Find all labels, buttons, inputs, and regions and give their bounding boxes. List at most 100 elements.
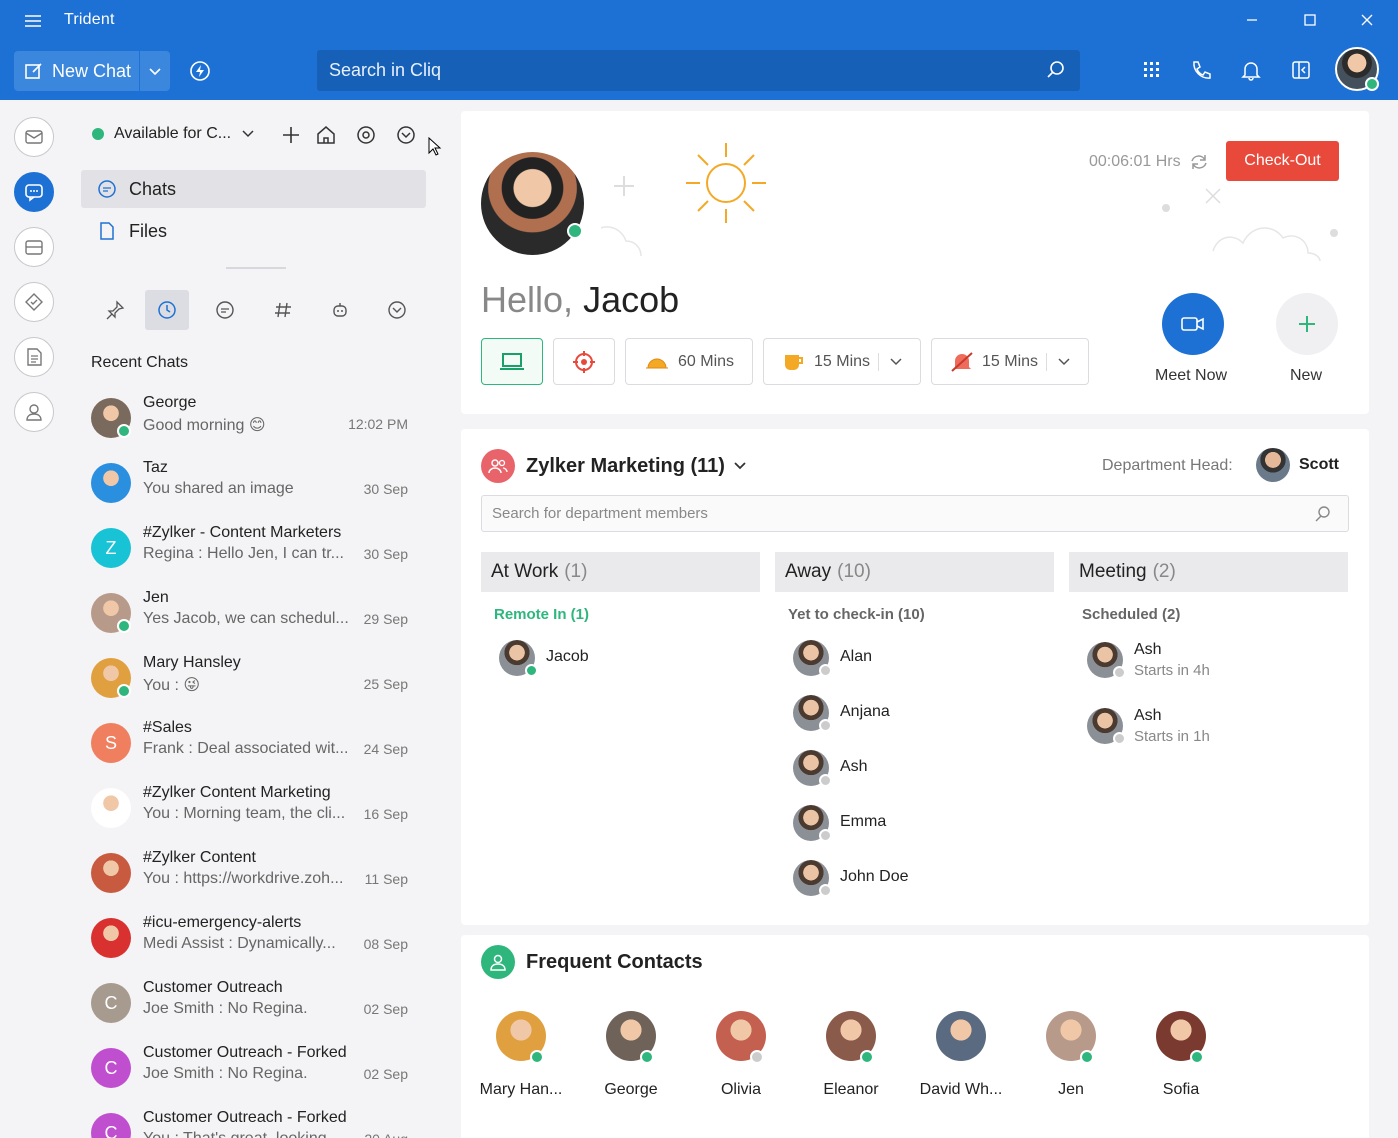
frequent-contact[interactable]: Mary Han... <box>466 1011 576 1099</box>
work-mode-focus-button[interactable] <box>553 338 615 385</box>
person-icon <box>26 404 42 421</box>
bell-icon[interactable] <box>1240 59 1262 81</box>
tab-bots[interactable] <box>318 290 362 330</box>
department-member[interactable]: Alan <box>775 631 1054 686</box>
chevron-down-icon[interactable] <box>889 355 903 369</box>
lunch-break-button[interactable]: 60 Mins <box>625 338 753 385</box>
status-selector[interactable]: Available for C... <box>92 125 255 143</box>
frequent-contact[interactable]: Jen <box>1016 1011 1126 1099</box>
more-dropdown-icon[interactable] <box>395 124 417 146</box>
chat-list-item[interactable]: Z #Zylker - Content Marketers Regina : H… <box>88 520 428 580</box>
frequent-contact[interactable]: Sofia <box>1126 1011 1236 1099</box>
search-icon[interactable] <box>1046 60 1066 80</box>
chat-list-item[interactable]: S #Sales Frank : Deal associated wit... … <box>88 715 428 775</box>
department-head-name[interactable]: Scott <box>1299 456 1339 474</box>
tab-recent[interactable] <box>145 290 189 330</box>
check-out-button[interactable]: Check-Out <box>1226 141 1339 181</box>
search-icon[interactable] <box>1314 505 1332 523</box>
chat-list-item[interactable]: #icu-emergency-alerts Medi Assist : Dyna… <box>88 910 428 970</box>
video-camera-icon <box>1181 317 1204 331</box>
department-header[interactable]: Zylker Marketing (11) <box>481 449 747 483</box>
tab-pinned[interactable] <box>93 290 137 330</box>
refresh-icon[interactable] <box>1189 152 1209 172</box>
panel-toggle-icon[interactable] <box>1290 59 1312 81</box>
frequent-contact[interactable]: David Wh... <box>906 1011 1016 1099</box>
chat-list-item[interactable]: #Zylker Content Marketing You : Morning … <box>88 780 428 840</box>
contacts-app-button[interactable] <box>14 392 54 432</box>
chat-list-item[interactable]: C Customer Outreach Joe Smith : No Regin… <box>88 975 428 1035</box>
quick-actions-icon[interactable] <box>188 59 212 83</box>
close-window-button[interactable] <box>1344 6 1390 34</box>
member-status-dot <box>819 884 832 897</box>
chat-last-message: You : 😜 <box>143 677 201 694</box>
tab-channels[interactable] <box>261 290 305 330</box>
chat-list-item[interactable]: Taz You shared an image 30 Sep <box>88 455 428 515</box>
department-member[interactable]: Ash Starts in 4h <box>1069 631 1348 697</box>
online-status-dot <box>117 684 131 698</box>
member-name: Anjana <box>840 703 890 720</box>
mail-app-button[interactable] <box>14 117 54 157</box>
nav-files[interactable]: Files <box>81 212 426 250</box>
chat-list-item[interactable]: Jen Yes Jacob, we can schedul... 29 Sep <box>88 585 428 645</box>
contact-status-dot <box>1190 1050 1204 1064</box>
column-header[interactable]: Meeting (2) <box>1069 552 1348 592</box>
new-action-button[interactable] <box>1276 293 1338 355</box>
work-mode-office-button[interactable] <box>481 338 543 385</box>
chat-list-item[interactable]: C Customer Outreach - Forked Joe Smith :… <box>88 1040 428 1100</box>
do-not-disturb-button[interactable]: 15 Mins <box>931 338 1089 385</box>
member-status-dot <box>1113 732 1126 745</box>
department-member[interactable]: Ash <box>775 741 1054 796</box>
projects-app-button[interactable] <box>14 282 54 322</box>
column-header[interactable]: Away (10) <box>775 552 1054 592</box>
frequent-contact[interactable]: George <box>576 1011 686 1099</box>
chat-list-item[interactable]: C Customer Outreach - Forked You : That'… <box>88 1105 428 1138</box>
mention-icon[interactable] <box>355 124 377 146</box>
chat-list-item[interactable]: #Zylker Content You : https://workdrive.… <box>88 845 428 905</box>
frequent-contact[interactable]: Olivia <box>686 1011 796 1099</box>
column-count: (1) <box>564 561 588 582</box>
chat-name: Customer Outreach - Forked <box>143 1044 347 1061</box>
status-column: Away (10) Yet to check-in (10) Alan Anjan… <box>775 552 1054 906</box>
chat-list-item[interactable]: Mary Hansley You : 😜 25 Sep <box>88 650 428 710</box>
search-input[interactable]: Search in Cliq <box>317 50 1080 91</box>
bell-mute-icon <box>951 351 973 372</box>
maximize-button[interactable] <box>1287 6 1333 34</box>
department-member[interactable]: Jacob <box>481 631 760 686</box>
home-icon[interactable] <box>315 124 337 146</box>
department-search-input[interactable]: Search for department members <box>481 495 1349 532</box>
chat-last-message: Regina : Hello Jen, I can tr... <box>143 545 344 562</box>
frequent-contact[interactable]: Eleanor <box>796 1011 906 1099</box>
profile-photo[interactable] <box>481 152 584 255</box>
new-action-label: New <box>1290 367 1323 384</box>
tab-more[interactable] <box>375 290 419 330</box>
department-member[interactable]: Emma <box>775 796 1054 851</box>
department-head-avatar[interactable] <box>1256 448 1290 482</box>
phone-icon[interactable] <box>1190 59 1212 81</box>
chat-list-item[interactable]: George Good morning 😊 12:02 PM <box>88 390 428 450</box>
column-header[interactable]: At Work (1) <box>481 552 760 592</box>
department-member[interactable]: Anjana <box>775 686 1054 741</box>
chat-avatar: C <box>91 983 131 1023</box>
new-chat-button[interactable]: New Chat <box>14 51 170 91</box>
coffee-break-button[interactable]: 15 Mins <box>763 338 921 385</box>
chevron-down-icon[interactable] <box>1057 355 1071 369</box>
department-member[interactable]: Ash Starts in 1h <box>1069 697 1348 763</box>
meet-now-button[interactable] <box>1162 293 1224 355</box>
writer-app-button[interactable] <box>14 337 54 377</box>
contact-avatar <box>936 1011 986 1061</box>
cliq-app-button[interactable] <box>14 172 54 212</box>
workdrive-app-button[interactable] <box>14 227 54 267</box>
department-member[interactable]: John Doe <box>775 851 1054 906</box>
tab-chats[interactable] <box>203 290 247 330</box>
chat-last-message: You : Morning team, the cli... <box>143 805 346 822</box>
contact-name: David Wh... <box>919 1081 1003 1098</box>
hamburger-menu-icon[interactable] <box>22 10 44 32</box>
chat-name: #Zylker - Content Marketers <box>143 524 342 541</box>
contact-status-dot <box>530 1050 544 1064</box>
nav-chats[interactable]: Chats <box>81 170 426 208</box>
apps-grid-icon[interactable] <box>1141 59 1163 81</box>
chevron-down-icon[interactable] <box>147 62 163 80</box>
plus-icon[interactable] <box>280 124 302 146</box>
bot-icon <box>333 303 347 317</box>
minimize-button[interactable] <box>1229 6 1275 34</box>
